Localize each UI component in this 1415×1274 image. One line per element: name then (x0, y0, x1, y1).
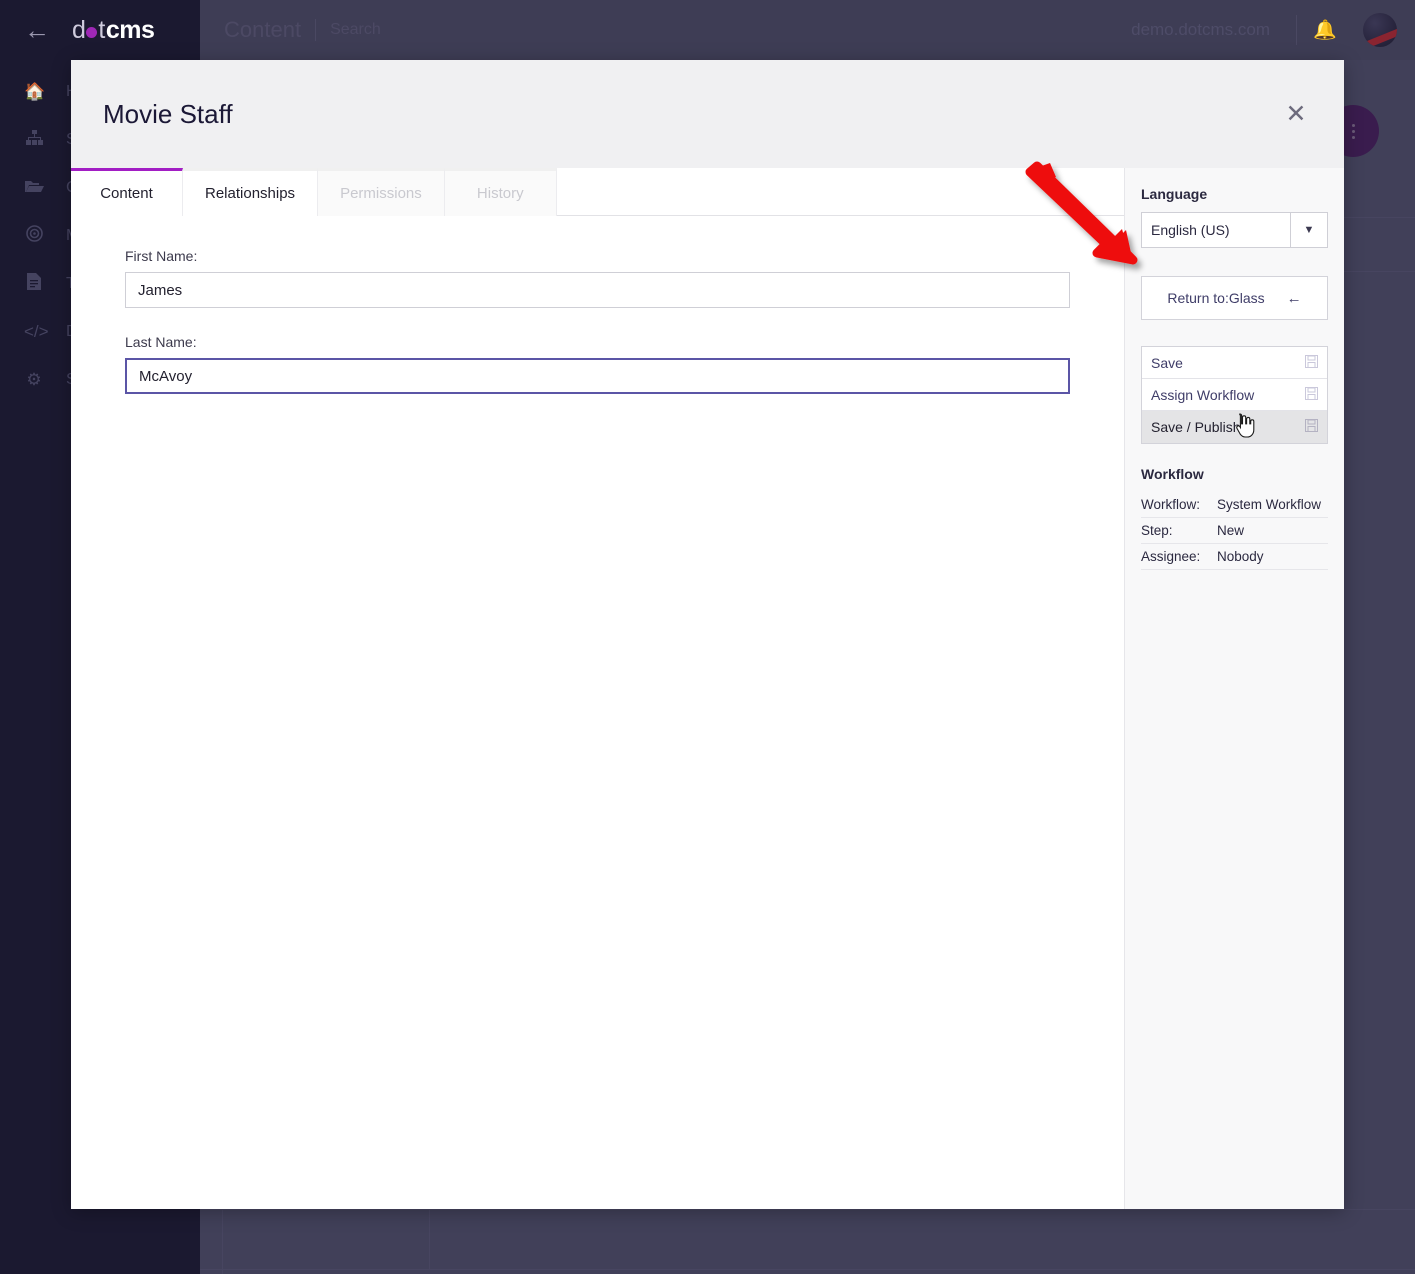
code-icon: </> (24, 322, 44, 342)
tab-history[interactable]: History (445, 168, 557, 216)
modal-body: Content Relationships Permissions Histor… (71, 168, 1344, 1209)
floppy-disk-icon (1305, 419, 1318, 435)
field-last-name: Last Name: (125, 334, 1070, 394)
first-name-input[interactable] (125, 272, 1070, 308)
folder-open-icon (24, 178, 44, 198)
gear-icon: ⚙ (24, 370, 44, 390)
last-name-label: Last Name: (125, 334, 1070, 350)
avatar[interactable] (1363, 13, 1397, 47)
content-form: First Name: Last Name: (71, 216, 1124, 420)
tab-relationships[interactable]: Relationships (183, 168, 318, 216)
language-select[interactable]: English (US) ▼ (1141, 212, 1328, 248)
breadcrumb: Content Search (200, 17, 381, 43)
top-bar: ← dtcms Content Search demo.dotcms.com 🔔 (0, 0, 1415, 60)
arrow-left-icon: ← (1287, 290, 1302, 307)
workflow-action-list: Save Assign Workflow Save / Publish (1141, 346, 1328, 444)
bullseye-icon (24, 225, 44, 247)
save-button[interactable]: Save (1142, 347, 1327, 379)
first-name-label: First Name: (125, 248, 1070, 264)
bell-icon[interactable]: 🔔 (1297, 18, 1353, 42)
close-icon[interactable]: ✕ (1276, 94, 1316, 134)
top-bar-right: demo.dotcms.com 🔔 (1131, 0, 1415, 60)
action-label: Save (1151, 355, 1183, 371)
document-icon (24, 273, 44, 295)
tab-label: Permissions (340, 185, 422, 202)
assign-workflow-button[interactable]: Assign Workflow (1142, 379, 1327, 411)
language-heading: Language (1141, 186, 1328, 202)
tab-label: History (477, 185, 524, 202)
logo-letter-t: t (98, 16, 104, 45)
vertical-dots-icon (1352, 130, 1355, 133)
movie-staff-modal: Movie Staff ✕ Content Relationships Perm… (71, 60, 1344, 1209)
table-row: Assignee: Nobody (1141, 544, 1328, 570)
tab-bar-filler (557, 168, 1124, 216)
field-first-name: First Name: (125, 248, 1070, 308)
workflow-details-table: Workflow: System Workflow Step: New Assi… (1141, 492, 1328, 570)
sitemap-icon (24, 130, 44, 150)
host-label: demo.dotcms.com (1131, 20, 1296, 40)
return-label: Return to:Glass (1167, 290, 1264, 306)
chevron-down-icon[interactable]: ▼ (1290, 212, 1328, 248)
language-selected-value: English (US) (1141, 212, 1290, 248)
workflow-key: Step: (1141, 518, 1217, 544)
breadcrumb-search[interactable]: Search (330, 21, 381, 39)
background-table-row (200, 1210, 1415, 1270)
workflow-key: Workflow: (1141, 492, 1217, 518)
tab-content[interactable]: Content (71, 168, 183, 216)
action-label: Save / Publish (1151, 419, 1241, 435)
table-row: Step: New (1141, 518, 1328, 544)
breadcrumb-content[interactable]: Content (224, 17, 301, 43)
tab-label: Content (100, 185, 153, 202)
workflow-value: System Workflow (1217, 492, 1328, 518)
tab-bar: Content Relationships Permissions Histor… (71, 168, 1124, 216)
action-label: Assign Workflow (1151, 387, 1254, 403)
arrow-left-icon[interactable]: ← (24, 17, 50, 43)
vertical-dots-icon (1352, 124, 1355, 127)
dotcms-logo[interactable]: dtcms (72, 16, 154, 45)
home-icon: 🏠 (24, 82, 44, 102)
tab-label: Relationships (205, 185, 295, 202)
side-panel: Language English (US) ▼ Return to:Glass … (1124, 168, 1344, 1209)
page-title: Movie Staff (103, 99, 233, 130)
top-bar-brand-area: ← dtcms (0, 0, 200, 60)
table-row: Workflow: System Workflow (1141, 492, 1328, 518)
save-publish-button[interactable]: Save / Publish (1142, 411, 1327, 443)
logo-dot-icon (86, 27, 97, 38)
floppy-disk-icon (1305, 355, 1318, 371)
floppy-disk-icon (1305, 387, 1318, 403)
logo-text-cms: cms (106, 16, 155, 45)
modal-header: Movie Staff ✕ (71, 60, 1344, 168)
vertical-dots-icon (1352, 136, 1355, 139)
logo-letter-d: d (72, 16, 85, 45)
last-name-input[interactable] (125, 358, 1070, 394)
workflow-value: New (1217, 518, 1328, 544)
tab-permissions[interactable]: Permissions (318, 168, 445, 216)
breadcrumb-divider (315, 19, 316, 41)
workflow-heading: Workflow (1141, 466, 1328, 482)
workflow-value: Nobody (1217, 544, 1328, 570)
return-to-glass-button[interactable]: Return to:Glass ← (1141, 276, 1328, 320)
workflow-key: Assignee: (1141, 544, 1217, 570)
modal-main-column: Content Relationships Permissions Histor… (71, 168, 1124, 1209)
